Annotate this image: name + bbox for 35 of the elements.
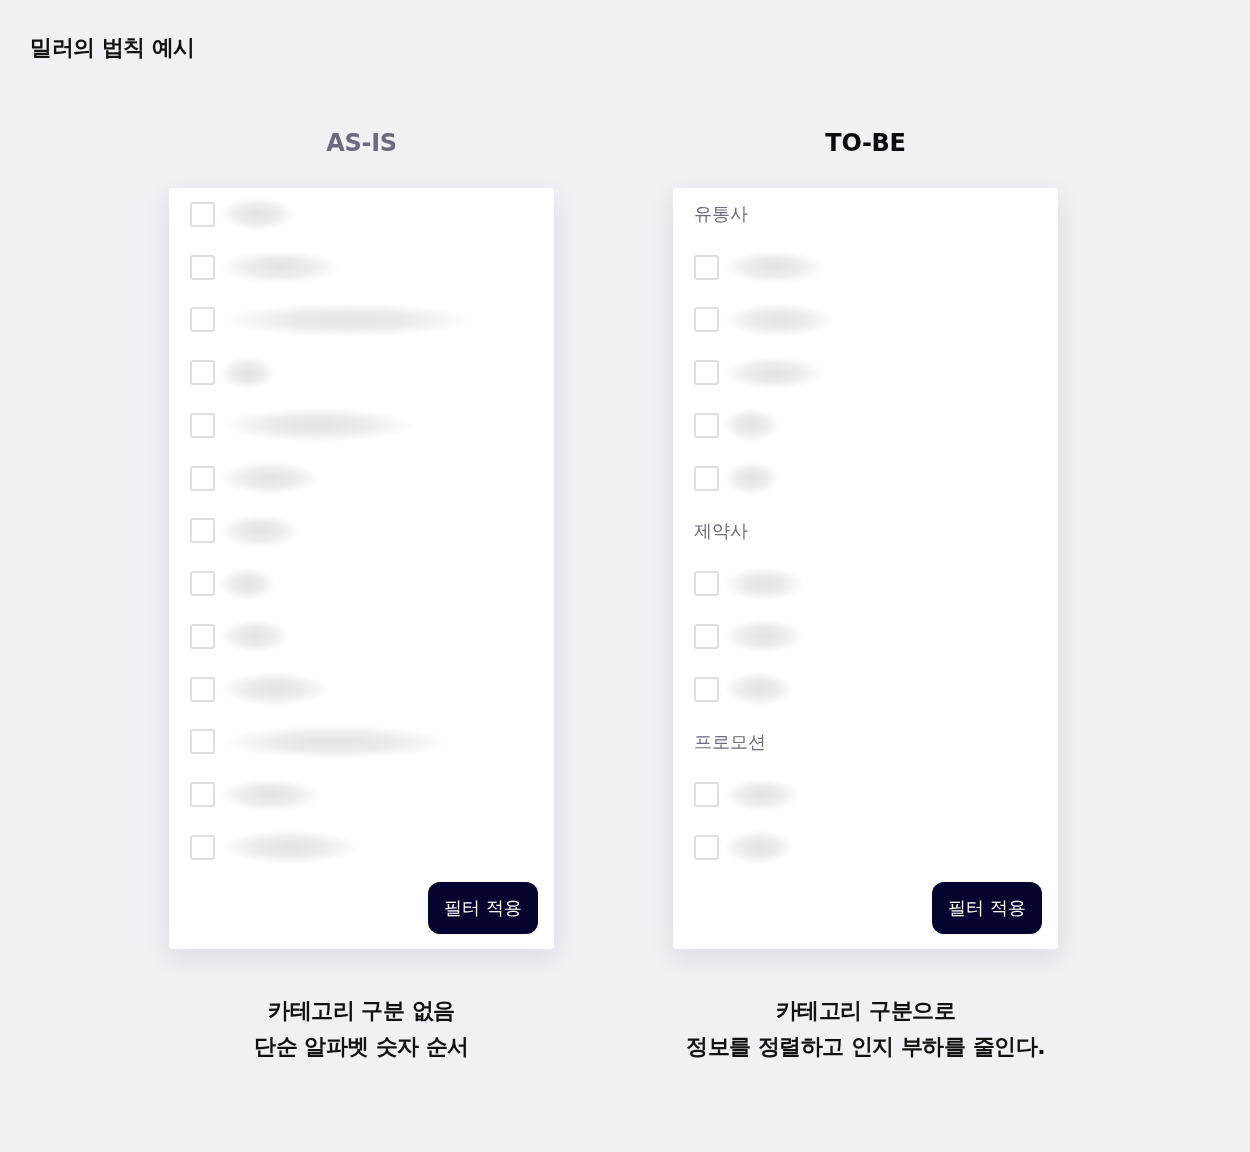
checkbox[interactable]: [190, 518, 215, 544]
section-label: 프로모션: [694, 729, 766, 754]
checkbox[interactable]: [190, 782, 215, 808]
checkbox[interactable]: [694, 782, 719, 808]
checkbox[interactable]: [190, 623, 215, 649]
checkbox[interactable]: [694, 465, 719, 491]
checkbox[interactable]: [190, 307, 215, 333]
apply-filter-button[interactable]: 필터 적용: [428, 881, 538, 934]
caption-text: 정보를 정렬하고 인지 부하를 줄인다.: [686, 1032, 1045, 1061]
checkbox[interactable]: [190, 729, 215, 755]
checkbox[interactable]: [190, 571, 215, 597]
section-label: 유통사: [694, 202, 748, 227]
checkbox[interactable]: [190, 201, 215, 227]
panel-heading: TO-BE: [825, 128, 906, 159]
checkbox[interactable]: [694, 571, 719, 597]
caption-text: 단순 알파벳 숫자 순서: [254, 1032, 469, 1061]
section-label: 제약사: [694, 518, 748, 543]
panel-heading: AS-IS: [326, 128, 397, 159]
checkbox[interactable]: [190, 412, 215, 438]
caption-text: 카테고리 구분으로: [775, 996, 956, 1025]
checkbox[interactable]: [694, 623, 719, 649]
caption-text: 카테고리 구분 없음: [268, 996, 455, 1025]
checkbox[interactable]: [190, 834, 215, 860]
apply-filter-button[interactable]: 필터 적용: [932, 881, 1042, 934]
checkbox[interactable]: [190, 465, 215, 491]
checkbox[interactable]: [694, 360, 719, 386]
checkbox[interactable]: [190, 254, 215, 280]
checkbox[interactable]: [694, 676, 719, 702]
page-title: 밀러의 법칙 예시: [30, 34, 195, 62]
checkbox[interactable]: [694, 834, 719, 860]
checkbox[interactable]: [694, 412, 719, 438]
checkbox[interactable]: [190, 360, 215, 386]
checkbox[interactable]: [190, 676, 215, 702]
checkbox[interactable]: [694, 254, 719, 280]
checkbox[interactable]: [694, 307, 719, 333]
